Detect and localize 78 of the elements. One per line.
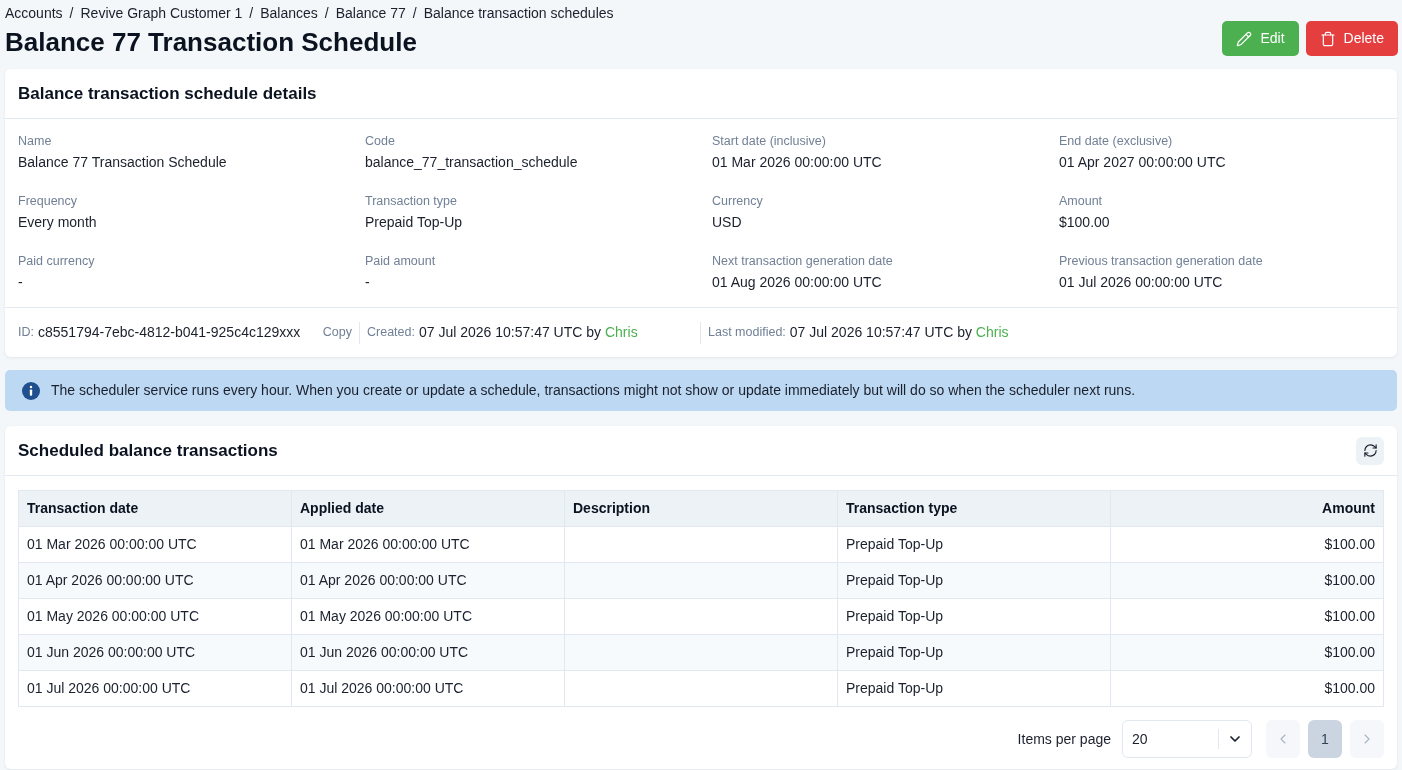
table-cell: Prepaid Top-Up — [837, 670, 1111, 707]
table-cell: $100.00 — [1110, 562, 1384, 599]
delete-button[interactable]: Delete — [1305, 21, 1398, 56]
table-cell: 01 Jul 2026 00:00:00 UTC — [18, 670, 292, 707]
id-value: c8551794-7ebc-4812-b041-925c4c129xxx — [38, 323, 301, 342]
field-value: - — [18, 273, 24, 292]
breadcrumb-separator: / — [249, 4, 254, 23]
page-button[interactable]: 1 — [1308, 720, 1342, 758]
field-value: 01 Mar 2026 00:00:00 UTC — [712, 153, 883, 172]
breadcrumb-current: Balance transaction schedules — [423, 4, 614, 23]
breadcrumb-separator: / — [69, 4, 74, 23]
field-value: balance_77_transaction_schedule — [365, 153, 579, 172]
table-cell: Prepaid Top-Up — [837, 598, 1111, 635]
column-header: Amount — [1110, 490, 1384, 527]
table-cell: 01 Jun 2026 00:00:00 UTC — [18, 634, 292, 671]
table-cell: 01 Mar 2026 00:00:00 UTC — [291, 526, 565, 563]
modified-info: 07 Jul 2026 10:57:47 UTC by Chris — [789, 323, 1009, 342]
refresh-icon — [1362, 443, 1378, 458]
table-cell: $100.00 — [1110, 670, 1384, 707]
column-header: Transaction date — [18, 490, 292, 527]
field-value: Every month — [18, 213, 98, 232]
breadcrumb-link[interactable]: Balance 77 — [335, 3, 406, 23]
field-label: Currency — [712, 193, 764, 210]
id-label: ID: — [18, 324, 34, 342]
column-header: Transaction type — [837, 490, 1111, 527]
field-value: Prepaid Top-Up — [365, 213, 464, 232]
field-label: Next transaction generation date — [712, 253, 894, 270]
field-label: Paid amount — [365, 253, 437, 270]
table-cell: Prepaid Top-Up — [837, 634, 1111, 671]
field-label: End date (exclusive) — [1059, 133, 1174, 150]
field-value: $100.00 — [1059, 213, 1111, 232]
field-label: Frequency — [18, 193, 79, 210]
copy-button[interactable]: Copy — [322, 323, 352, 342]
breadcrumb-link[interactable]: Revive Graph Customer 1 — [80, 3, 243, 23]
field-label: Transaction type — [365, 193, 458, 210]
card-title: Balance transaction schedule details — [18, 82, 317, 105]
field-value: Balance 77 Transaction Schedule — [18, 153, 228, 172]
card-title: Scheduled balance transactions — [18, 439, 278, 462]
page-title: Balance 77 Transaction Schedule — [5, 26, 418, 58]
field-label: Name — [18, 133, 53, 150]
field-value: 01 Apr 2027 00:00:00 UTC — [1059, 153, 1227, 172]
table-cell: Prepaid Top-Up — [837, 562, 1111, 599]
table-cell: 01 Apr 2026 00:00:00 UTC — [291, 562, 565, 599]
field-label: Start date (inclusive) — [712, 133, 827, 150]
breadcrumb-link[interactable]: Accounts — [5, 3, 63, 23]
table-cell: $100.00 — [1110, 598, 1384, 635]
page-size-select[interactable]: 20 — [1122, 720, 1252, 758]
field-label: Paid currency — [18, 253, 96, 270]
table-cell: $100.00 — [1110, 526, 1384, 563]
table-cell: $100.00 — [1110, 634, 1384, 671]
field-value: 01 Aug 2026 00:00:00 UTC — [712, 273, 883, 292]
table-cell: Prepaid Top-Up — [837, 526, 1111, 563]
table-cell: 01 Apr 2026 00:00:00 UTC — [18, 562, 292, 599]
alert-text: The scheduler service runs every hour. When you create or update a schedule, transactions might not show or update immediately but will do so when the scheduler next runs. — [51, 381, 1136, 400]
trash-icon — [1319, 30, 1336, 47]
field-value: - — [365, 273, 371, 292]
field-value: 01 Jul 2026 00:00:00 UTC — [1059, 273, 1224, 292]
table-cell: 01 Mar 2026 00:00:00 UTC — [18, 526, 292, 563]
table-cell: 01 May 2026 00:00:00 UTC — [18, 598, 292, 635]
modified-label: Last modified: — [708, 324, 786, 342]
table-cell: 01 Jul 2026 00:00:00 UTC — [291, 670, 565, 707]
table-cell: 01 May 2026 00:00:00 UTC — [291, 598, 565, 635]
breadcrumb-separator: / — [412, 4, 417, 23]
created-label: Created: — [367, 324, 415, 342]
pencil-icon — [1236, 30, 1253, 47]
refresh-button[interactable] — [1356, 436, 1384, 465]
items-per-page-label: Items per page — [1017, 729, 1111, 749]
field-label: Previous transaction generation date — [1059, 253, 1264, 270]
column-header: Description — [564, 490, 838, 527]
breadcrumb-link[interactable]: Balances — [260, 3, 318, 23]
info-icon — [22, 381, 40, 400]
created-info: 07 Jul 2026 10:57:47 UTC by Chris — [418, 323, 638, 342]
breadcrumb-separator: / — [324, 4, 329, 23]
field-label: Amount — [1059, 193, 1104, 210]
field-value: USD — [712, 213, 743, 232]
column-header: Applied date — [291, 490, 565, 527]
table-cell: 01 Jun 2026 00:00:00 UTC — [291, 634, 565, 671]
field-label: Code — [365, 133, 396, 150]
